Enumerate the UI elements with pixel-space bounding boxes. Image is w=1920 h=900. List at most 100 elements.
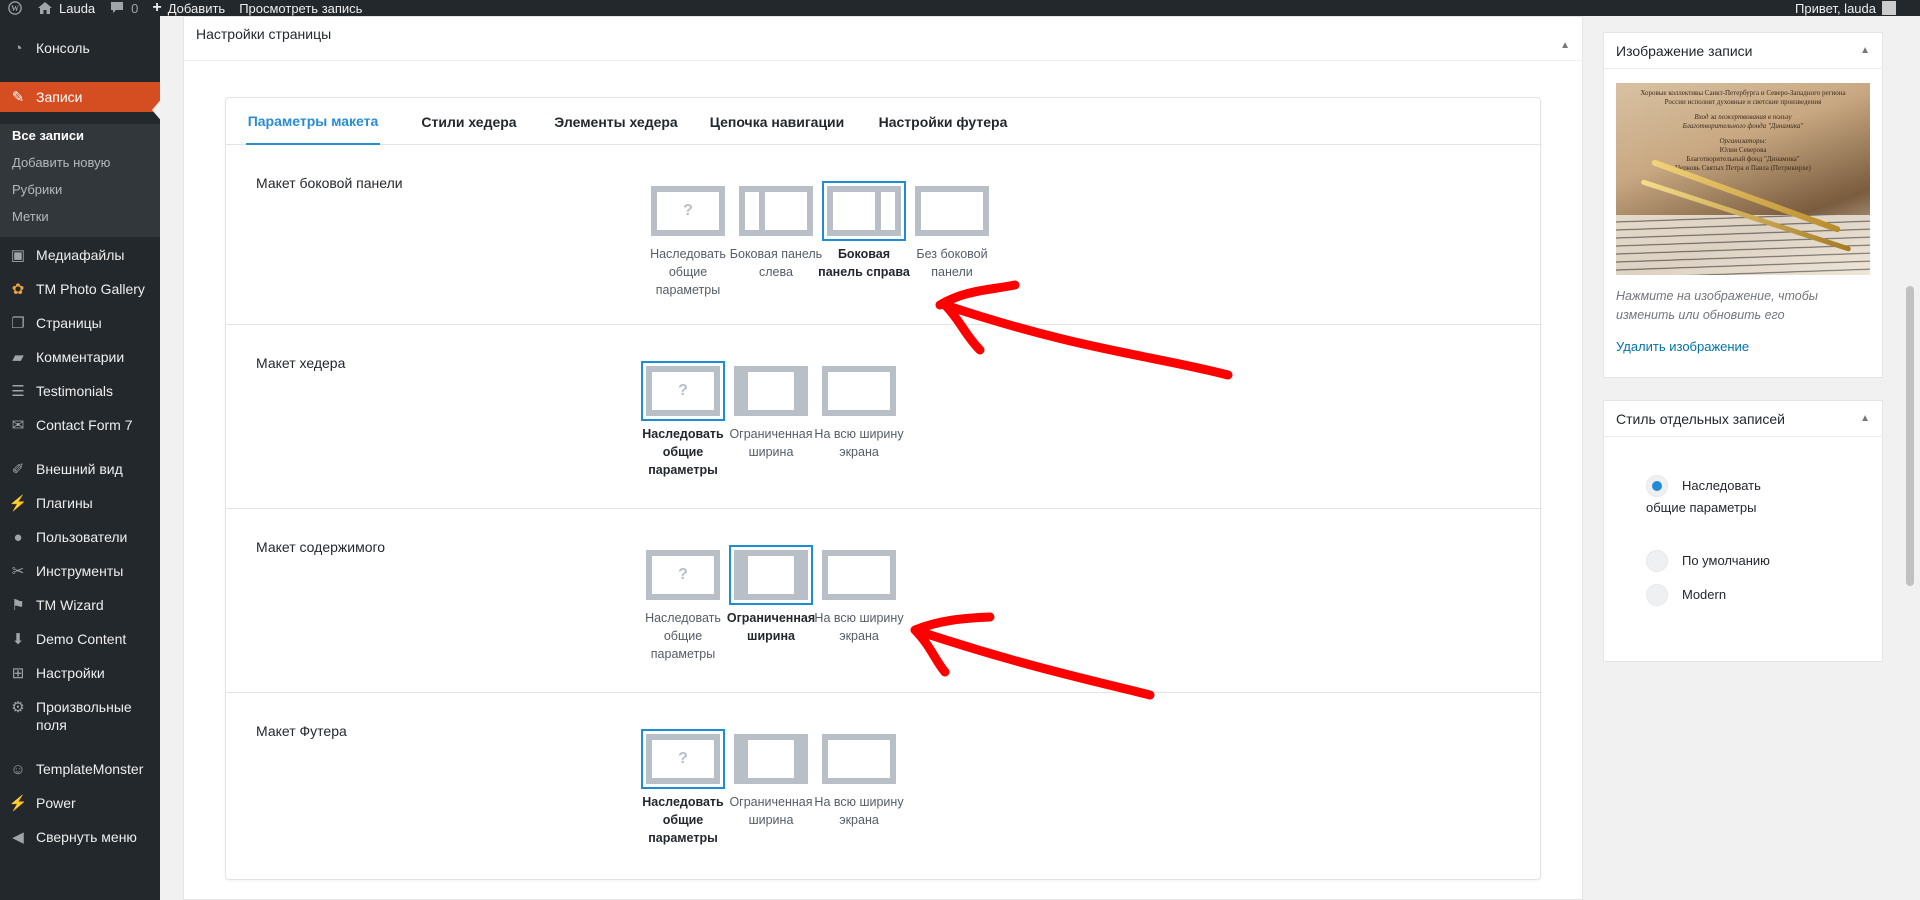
submenu-all-posts[interactable]: Все записи (12, 128, 84, 143)
scrollbar-thumb[interactable] (1906, 286, 1914, 586)
scrollbar[interactable] (1902, 16, 1920, 900)
tab-breadcrumbs[interactable]: Цепочка навигации (704, 98, 850, 145)
avatar (1882, 1, 1896, 15)
radio-modern[interactable] (1646, 584, 1668, 606)
settings-tabs: Параметры макета Стили хедера Элементы х… (226, 98, 1542, 145)
menu-item-contact-form-7[interactable]: ✉ Contact Form 7 (0, 416, 160, 434)
option-label: Наследовать общие параметры (650, 247, 726, 297)
tab-layout-params[interactable]: Параметры макета (246, 98, 380, 145)
submenu-tags[interactable]: Метки (12, 209, 49, 224)
option-label: Наследовать общие параметры (642, 795, 724, 845)
sidebar-left-icon (734, 181, 818, 241)
option-label: Без боковой панели (916, 247, 988, 279)
testimonials-icon: ☰ (11, 383, 25, 400)
tab-header-elements[interactable]: Элементы хедера (548, 98, 684, 145)
option-label: Боковая панель слева (729, 247, 823, 279)
plus-icon: + (152, 0, 162, 16)
site-name-label: Lauda (59, 0, 96, 16)
menu-item-demo-content[interactable]: ⬇ Demo Content (0, 630, 160, 648)
users-icon: ● (13, 528, 23, 546)
radio-default[interactable] (1646, 550, 1668, 572)
collapse-arrow-icon[interactable]: ▲ (1860, 33, 1870, 69)
option-label: На всю ширину экрана (814, 611, 904, 643)
collapse-icon: ◀ (12, 829, 24, 846)
tab-header-styles[interactable]: Стили хедера (404, 98, 534, 145)
post-style-header[interactable]: Стиль отдельных записей ▲ (1604, 401, 1882, 437)
submenu-add-new[interactable]: Добавить новую (12, 155, 110, 170)
collapse-arrow-icon[interactable]: ▲ (1860, 401, 1870, 437)
boxed-icon (729, 361, 813, 421)
featured-image-box: Изображение записи ▲ Хоровые коллективы … (1603, 32, 1883, 378)
menu-item-users[interactable]: ● Пользователи (0, 528, 160, 546)
menu-item-posts[interactable]: ✎ Записи (0, 82, 160, 112)
boxed-icon (729, 545, 813, 605)
section-label: Макет Футера (256, 723, 347, 739)
svg-text:W: W (11, 4, 19, 13)
header-layout-section: Макет хедера ? Наследовать общие парамет… (226, 325, 1542, 509)
gear-icon: ⚙ (11, 699, 25, 716)
home-icon (38, 2, 52, 14)
add-new-label: Добавить (167, 0, 226, 16)
menu-item-tools[interactable]: ✂ Инструменты (0, 562, 160, 580)
option-label: На всю ширину экрана (814, 427, 904, 459)
fullwidth-icon (817, 361, 901, 421)
pages-icon: ❐ (11, 315, 25, 332)
menu-item-custom-fields[interactable]: ⚙ Произвольные поля (0, 698, 160, 734)
post-style-title: Стиль отдельных записей (1616, 411, 1785, 427)
dashboard-icon: ◔ (13, 39, 23, 57)
mail-icon: ✉ (11, 417, 25, 434)
add-new-link[interactable]: + Добавить (145, 0, 232, 16)
option-label: Ограниченная ширина (726, 611, 816, 643)
submenu-categories[interactable]: Рубрики (12, 182, 62, 197)
comments-icon: ▰ (12, 349, 24, 366)
option-label: На всю ширину экрана (814, 795, 904, 827)
admin-bar: W Lauda 0 + Добавить Просмотреть запись … (0, 0, 1920, 16)
view-post-link[interactable]: Просмотреть запись (232, 0, 369, 16)
brush-icon: ✐ (11, 461, 25, 478)
footer-layout-section: Макет Футера ? Наследовать общие парамет… (226, 693, 1542, 879)
option-label: Наследовать общие параметры (642, 427, 724, 477)
menu-item-comments[interactable]: ▰ Комментарии (0, 348, 160, 366)
featured-image-header[interactable]: Изображение записи ▲ (1604, 33, 1882, 69)
menu-item-media[interactable]: ▣ Медиафайлы (0, 246, 160, 264)
menu-item-dashboard[interactable]: ◔ Консоль (0, 39, 160, 57)
site-name-link[interactable]: Lauda (30, 0, 102, 16)
content-layout-section: Макет содержимого ? Наследовать общие па… (226, 509, 1542, 693)
menu-item-pages[interactable]: ❐ Страницы (0, 314, 160, 332)
section-label: Макет боковой панели (256, 175, 403, 191)
page-settings-header[interactable]: Настройки страницы ▲ (184, 17, 1582, 61)
posts-submenu: Все записи Добавить новую Рубрики Метки (0, 124, 160, 237)
menu-item-collapse[interactable]: ◀ Свернуть меню (0, 828, 160, 846)
menu-item-appearance[interactable]: ✐ Внешний вид (0, 460, 160, 478)
account-menu[interactable]: Привет, lauda (1795, 1, 1920, 16)
radio-default-label: По умолчанию (1682, 553, 1770, 568)
collapse-arrow-icon[interactable]: ▲ (1560, 29, 1570, 63)
option-label: Наследовать общие параметры (645, 611, 721, 661)
menu-item-testimonials[interactable]: ☰ Testimonials (0, 382, 160, 400)
admin-menu-lower: ▣ Медиафайлы ✿ TM Photo Gallery ❐ Страницы … (0, 237, 160, 900)
comments-count: 0 (131, 0, 139, 16)
gallery-icon: ✿ (11, 281, 25, 298)
view-post-label: Просмотреть запись (239, 0, 363, 16)
wordpress-logo-icon[interactable]: W (0, 0, 30, 16)
flag-icon: ⚑ (11, 597, 25, 614)
menu-item-plugins[interactable]: ⚡ Плагины (0, 494, 160, 512)
radio-modern-label: Modern (1682, 587, 1727, 602)
menu-item-settings[interactable]: ⊞ Настройки (0, 664, 160, 682)
plugin-icon: ⚡ (8, 495, 28, 512)
greeting-label: Привет, lauda (1795, 0, 1876, 16)
remove-image-link[interactable]: Удалить изображение (1616, 339, 1749, 354)
sidebar-layout-section: Макет боковой панели ? Наследовать общие… (226, 145, 1542, 325)
power-icon: ⚡ (8, 795, 28, 812)
tab-footer-settings[interactable]: Настройки футера (870, 98, 1016, 145)
featured-image-thumbnail[interactable]: Хоровые коллективы Санкт-Петербурга и Се… (1616, 83, 1870, 275)
menu-item-tm-wizard[interactable]: ⚑ TM Wizard (0, 596, 160, 614)
menu-item-power[interactable]: ⚡ Power (0, 794, 160, 812)
fullwidth-icon (817, 545, 901, 605)
inherit-icon: ? (641, 729, 725, 789)
comments-link[interactable]: 0 (102, 0, 145, 16)
menu-item-templatemonster[interactable]: ☺ TemplateMonster (0, 760, 160, 778)
boxed-icon (729, 729, 813, 789)
settings-icon: ⊞ (11, 665, 25, 682)
menu-item-tm-photo-gallery[interactable]: ✿ TM Photo Gallery (0, 280, 160, 298)
